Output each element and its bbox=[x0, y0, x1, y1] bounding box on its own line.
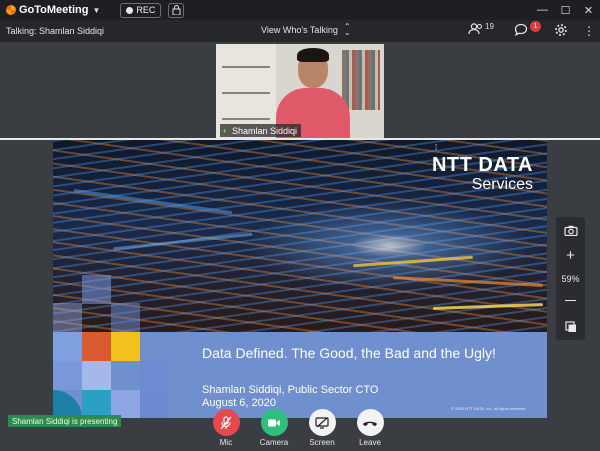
info-bar: Talking: Shamlan Siddiqi View Who's Talk… bbox=[0, 20, 600, 42]
tile-teal bbox=[82, 390, 111, 418]
slide-title: Data Defined. The Good, the Bad and the … bbox=[202, 345, 496, 361]
window-controls: — ☐ ✕ bbox=[531, 0, 600, 20]
leave-control[interactable]: Leave bbox=[350, 409, 390, 447]
webcam-name-label: ◖ Shamlan Siddiqi bbox=[220, 124, 302, 137]
record-label: REC bbox=[136, 5, 156, 15]
books-background bbox=[342, 50, 380, 110]
chat-icon bbox=[514, 23, 528, 37]
brand-line-1: NTT DATA bbox=[431, 154, 533, 176]
tile-yellow bbox=[111, 332, 140, 361]
screenshot-button[interactable] bbox=[560, 221, 581, 240]
camera-snapshot-icon bbox=[563, 225, 578, 236]
more-icon[interactable]: ⋮ bbox=[583, 24, 595, 38]
settings-button[interactable] bbox=[554, 23, 568, 39]
brand-line-2: Services bbox=[471, 176, 533, 193]
zoom-in-button[interactable]: + bbox=[560, 246, 581, 265]
leave-phone-icon bbox=[363, 421, 377, 426]
screen-control[interactable]: Screen bbox=[302, 409, 342, 447]
tile bbox=[53, 361, 82, 390]
tile bbox=[82, 275, 111, 304]
app-menu-button[interactable]: GoToMeeting ▼ bbox=[6, 4, 100, 16]
tile-orange bbox=[82, 332, 111, 361]
webcam-name: Shamlan Siddiqi bbox=[232, 125, 298, 136]
slide-presenter: Shamlan Siddiqi, Public Sector CTO bbox=[202, 384, 379, 396]
tile bbox=[140, 361, 169, 390]
shared-screen: NTT DATA Services ⁞ Data Defined. The Go… bbox=[53, 140, 547, 418]
zoom-out-button[interactable] bbox=[560, 291, 581, 310]
tile bbox=[111, 303, 140, 332]
zoom-panel: + 59% bbox=[556, 217, 585, 340]
zoom-level: 59% bbox=[561, 274, 580, 284]
lock-meeting-button[interactable] bbox=[168, 2, 185, 18]
slide-date: August 6, 2020 bbox=[202, 397, 277, 409]
attendees-button[interactable]: 19 bbox=[468, 21, 494, 35]
screen-label: Screen bbox=[309, 438, 335, 447]
chat-unread-badge: 1 bbox=[530, 21, 541, 32]
screen-share-off-icon bbox=[315, 416, 329, 429]
mic-muted-icon bbox=[220, 415, 232, 429]
camera-control[interactable]: Camera bbox=[254, 409, 294, 447]
fit-screen-button[interactable] bbox=[560, 317, 581, 336]
mic-control[interactable]: Mic bbox=[206, 409, 246, 447]
tile bbox=[140, 390, 169, 418]
attendee-count: 19 bbox=[485, 21, 494, 31]
tile bbox=[111, 390, 140, 418]
mic-on-icon: ◖ bbox=[222, 126, 227, 135]
leave-label: Leave bbox=[359, 438, 381, 447]
record-button[interactable]: REC bbox=[120, 2, 162, 18]
camera-label: Camera bbox=[259, 438, 289, 447]
camera-button[interactable] bbox=[260, 409, 288, 436]
chevron-down-icon: ▼ bbox=[92, 5, 101, 15]
fit-screen-icon bbox=[564, 320, 576, 332]
mic-button[interactable] bbox=[212, 409, 240, 436]
lock-icon bbox=[172, 5, 181, 15]
gear-icon bbox=[555, 24, 567, 36]
minimize-icon[interactable]: — bbox=[531, 0, 554, 20]
tile bbox=[82, 361, 111, 390]
app-name: GoToMeeting bbox=[19, 4, 89, 16]
title-bar: GoToMeeting ▼ REC — ☐ ✕ bbox=[0, 0, 600, 20]
slide-copyright: © 2020 NTT DATA, Inc. All rights reserve… bbox=[451, 406, 526, 411]
cursor-icon: ⁞ bbox=[435, 143, 438, 152]
leave-button[interactable] bbox=[356, 409, 384, 436]
view-mode-selector[interactable]: View Who's Talking ⌃ ⌄ bbox=[261, 22, 351, 37]
zoom-in-icon: + bbox=[566, 247, 575, 264]
view-mode-label: View Who's Talking bbox=[261, 25, 338, 35]
maximize-icon[interactable]: ☐ bbox=[554, 0, 577, 20]
tile bbox=[53, 303, 82, 332]
gotomeeting-logo-icon bbox=[6, 5, 16, 15]
video-camera-icon bbox=[268, 419, 280, 426]
gotomeeting-window: GoToMeeting ▼ REC — ☐ ✕ Talking: Shamlan… bbox=[0, 0, 600, 451]
record-dot-icon bbox=[126, 6, 134, 14]
people-icon bbox=[468, 23, 482, 35]
ntt-data-logo: NTT DATA Services bbox=[432, 154, 533, 194]
chat-button[interactable] bbox=[514, 23, 528, 38]
screen-button[interactable] bbox=[308, 409, 336, 436]
talking-indicator: Talking: Shamlan Siddiqi bbox=[6, 26, 105, 36]
presenting-status: Shamlan Siddiqi is presenting bbox=[8, 415, 122, 427]
close-icon[interactable]: ✕ bbox=[577, 0, 600, 20]
tile bbox=[53, 332, 82, 361]
sort-icon: ⌃ ⌄ bbox=[343, 22, 351, 37]
mic-label: Mic bbox=[219, 438, 233, 447]
